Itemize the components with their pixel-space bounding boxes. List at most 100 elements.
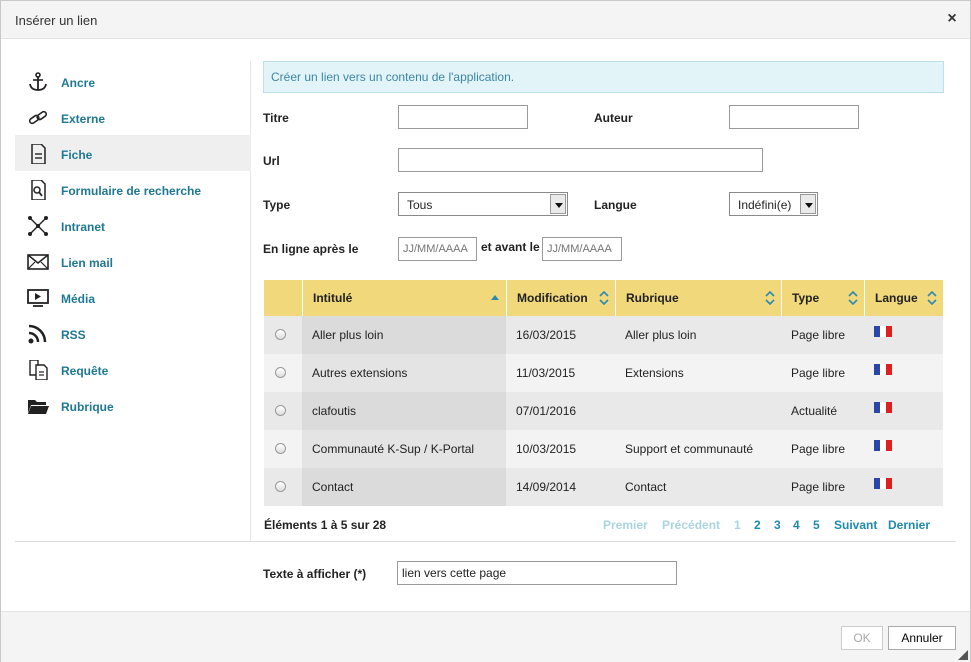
- select-cell: [264, 430, 302, 468]
- langue-cell: [864, 430, 943, 468]
- sort-icon: [927, 291, 937, 305]
- row-radio[interactable]: [275, 481, 286, 492]
- sidebar-item-label: Requête: [61, 364, 109, 378]
- resize-grip-icon[interactable]: [958, 650, 968, 660]
- modification-cell: 10/03/2015: [506, 430, 615, 468]
- modification-cell: 11/03/2015: [506, 354, 615, 392]
- table-row[interactable]: Aller plus loin 16/03/2015 Aller plus loin…: [264, 316, 943, 354]
- sidebar-item-label: Fiche: [61, 148, 93, 162]
- langue-select-value: Indéfini(e): [738, 198, 792, 212]
- rubrique-cell: Support et communauté: [615, 430, 781, 468]
- pager-next[interactable]: Suivant: [834, 518, 877, 532]
- sidebar-item-label: Ancre: [61, 76, 96, 90]
- dialog-title: Insérer un lien: [15, 13, 98, 28]
- french-flag-icon: [874, 326, 892, 337]
- table-row[interactable]: clafoutis 07/01/2016 Actualité: [264, 392, 943, 430]
- pager-first[interactable]: Premier: [603, 518, 648, 532]
- header-langue[interactable]: Langue: [864, 280, 943, 316]
- ok-button[interactable]: OK: [841, 626, 883, 650]
- type-select-value: Tous: [407, 198, 433, 212]
- intitule-text: Contact: [312, 480, 354, 494]
- chevron-down-icon[interactable]: [800, 194, 816, 214]
- sidebar-item-media[interactable]: Média: [15, 279, 251, 315]
- header-modification[interactable]: Modification: [506, 280, 615, 316]
- sidebar-item-rubrique[interactable]: Rubrique: [15, 387, 251, 423]
- chevron-down-icon[interactable]: [550, 194, 566, 214]
- select-cell: [264, 468, 302, 506]
- rubrique-text: Contact: [625, 480, 667, 494]
- pager-page-1[interactable]: 1: [734, 518, 741, 532]
- langue-cell: [864, 468, 943, 506]
- langue-cell: [864, 316, 943, 354]
- pager-page-2[interactable]: 2: [754, 518, 761, 532]
- sidebar-item-externe[interactable]: Externe: [15, 99, 251, 135]
- modification-cell: 14/09/2014: [506, 468, 615, 506]
- intitule-cell: Autres extensions: [302, 354, 506, 392]
- type-cell: Page libre: [781, 354, 864, 392]
- rubrique-text: Support et communauté: [625, 442, 754, 456]
- sidebar-item-label: Externe: [61, 112, 106, 126]
- document-icon: [31, 144, 46, 164]
- query-document-icon: [29, 360, 48, 380]
- header-intitule[interactable]: Intitulé: [302, 280, 506, 316]
- sidebar-item-intranet[interactable]: Intranet: [15, 207, 251, 243]
- row-radio[interactable]: [275, 443, 286, 454]
- header-type[interactable]: Type: [781, 280, 864, 316]
- anchor-icon: [29, 72, 47, 91]
- sidebar-item-label: Média: [61, 292, 96, 306]
- sort-icon: [599, 291, 609, 305]
- type-cell: Actualité: [781, 392, 864, 430]
- display-text-input[interactable]: [397, 561, 677, 585]
- rubrique-cell: Aller plus loin: [615, 316, 781, 354]
- select-cell: [264, 316, 302, 354]
- search-document-icon: [31, 180, 46, 200]
- sidebar-item-lien-mail[interactable]: Lien mail: [15, 243, 251, 279]
- cancel-button[interactable]: Annuler: [888, 626, 956, 650]
- rubrique-cell: Contact: [615, 468, 781, 506]
- pager-page-5[interactable]: 5: [813, 518, 820, 532]
- online-after-label: En ligne après le: [263, 242, 359, 256]
- url-label: Url: [263, 154, 280, 168]
- sidebar-item-ancre[interactable]: Ancre: [15, 63, 251, 99]
- sidebar-item-formulaire-de-recherche[interactable]: Formulaire de recherche: [15, 171, 251, 207]
- pager-last[interactable]: Dernier: [888, 518, 930, 532]
- dialog-footer: OK Annuler: [1, 611, 970, 662]
- auteur-input[interactable]: [729, 105, 859, 129]
- type-label: Type: [263, 198, 291, 212]
- sidebar-item-label: RSS: [61, 328, 86, 342]
- url-input[interactable]: [398, 148, 763, 172]
- type-cell: Page libre: [781, 316, 864, 354]
- sidebar-item-requete[interactable]: Requête: [15, 351, 251, 387]
- type-cell: Page libre: [781, 468, 864, 506]
- table-row[interactable]: Autres extensions 11/03/2015 Extensions Pag…: [264, 354, 943, 392]
- row-radio[interactable]: [275, 367, 286, 378]
- table-header: Intitulé Modification Rubrique Type Lang…: [264, 280, 943, 316]
- header-rubrique[interactable]: Rubrique: [615, 280, 781, 316]
- table-row[interactable]: Communauté K-Sup / K-Portal 10/03/2015 Sup…: [264, 430, 943, 468]
- before-date-input[interactable]: [542, 237, 622, 261]
- select-cell: [264, 354, 302, 392]
- close-icon[interactable]: ×: [944, 11, 960, 27]
- sidebar-item-fiche[interactable]: Fiche: [15, 135, 251, 171]
- table-row[interactable]: Contact 14/09/2014 Contact Page libre: [264, 468, 943, 506]
- modification-text: 10/03/2015: [516, 442, 577, 456]
- pager-page-4[interactable]: 4: [793, 518, 800, 532]
- results-count: Éléments 1 à 5 sur 28: [264, 518, 387, 532]
- row-radio[interactable]: [275, 329, 286, 340]
- rubrique-cell: [615, 392, 781, 430]
- type-select[interactable]: Tous: [398, 192, 568, 216]
- sidebar-item-label: Formulaire de recherche: [61, 184, 202, 198]
- intitule-cell: clafoutis: [302, 392, 506, 430]
- online-after-date-input[interactable]: [398, 237, 477, 261]
- pager-previous[interactable]: Précédent: [662, 518, 720, 532]
- sidebar-item-label: Intranet: [61, 220, 106, 234]
- langue-cell: [864, 392, 943, 430]
- french-flag-icon: [874, 364, 892, 375]
- titre-input[interactable]: [398, 105, 528, 129]
- langue-select[interactable]: Indéfini(e): [729, 192, 818, 216]
- sidebar-item-rss[interactable]: RSS: [15, 315, 251, 351]
- pager-page-3[interactable]: 3: [774, 518, 781, 532]
- langue-cell: [864, 354, 943, 392]
- row-radio[interactable]: [275, 405, 286, 416]
- intitule-text: Autres extensions: [312, 366, 408, 380]
